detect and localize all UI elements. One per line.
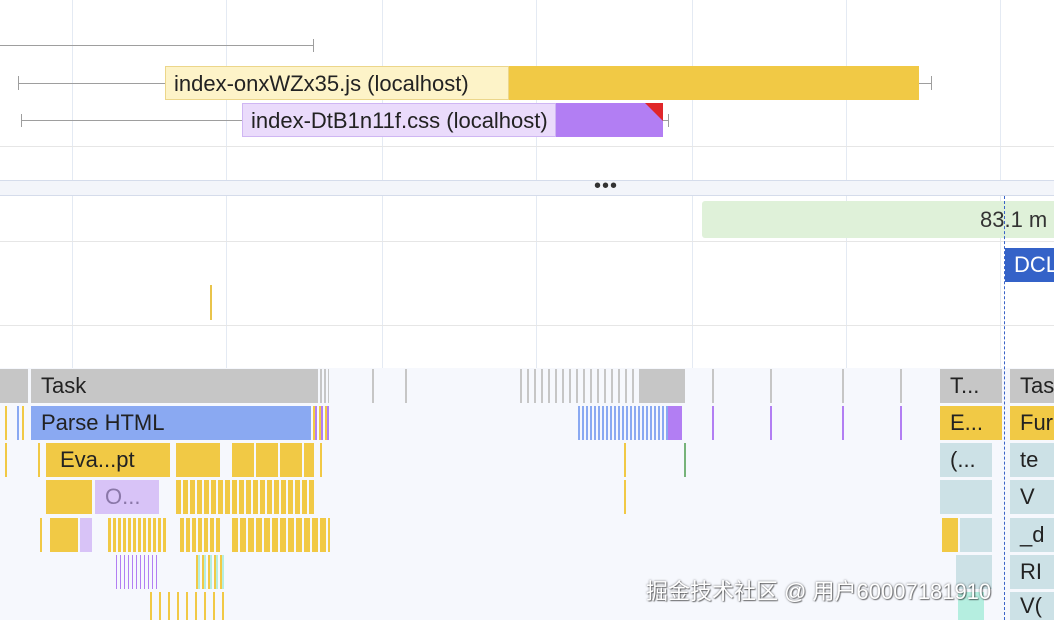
style-sliver bbox=[712, 406, 714, 440]
task-sliver bbox=[405, 369, 407, 403]
render-blocking-corner bbox=[645, 103, 663, 121]
script-slivers bbox=[150, 592, 230, 620]
network-request-js-label: index-onxWZx35.js (localhost) bbox=[165, 66, 509, 100]
script-block bbox=[46, 480, 92, 514]
style-entry-label: O... bbox=[105, 484, 141, 509]
style-sliver bbox=[842, 406, 844, 440]
style-sliver bbox=[900, 406, 902, 440]
script-sliver bbox=[624, 480, 626, 514]
script-sliver bbox=[5, 406, 7, 440]
task-entry[interactable]: Task bbox=[31, 369, 316, 403]
script-block bbox=[50, 518, 78, 552]
function-entry-far-right-label: _d bbox=[1020, 522, 1045, 547]
track-divider bbox=[0, 146, 1054, 147]
evaluate-script-label: Eva...pt bbox=[60, 447, 135, 472]
script-sliver bbox=[38, 443, 40, 477]
parse-html-entry[interactable]: Parse HTML bbox=[31, 406, 311, 440]
lcp-timing-value: 83.1 m bbox=[980, 207, 1048, 232]
dcl-marker[interactable]: DCL bbox=[1005, 248, 1054, 282]
task-sliver bbox=[842, 369, 844, 403]
handle-dots: ••• bbox=[594, 175, 619, 197]
style-slivers bbox=[116, 555, 160, 589]
function-entry-far-right[interactable]: te bbox=[1010, 443, 1054, 477]
script-slivers bbox=[232, 443, 314, 477]
function-block bbox=[960, 518, 992, 552]
script-slivers bbox=[108, 518, 166, 552]
task-block bbox=[640, 369, 685, 403]
evaluate-script-entry[interactable]: Eva...pt bbox=[46, 443, 170, 477]
style-entry[interactable]: O... bbox=[95, 480, 159, 514]
track-resize-handle[interactable]: ••• bbox=[0, 175, 1054, 197]
watermark: 掘金技术社区 @ 用户60007181910 bbox=[646, 579, 992, 604]
task-sliver bbox=[712, 369, 714, 403]
script-slivers bbox=[180, 518, 220, 552]
request-whisker-start bbox=[18, 76, 19, 90]
task-entry-far-right-label: Tas bbox=[1020, 373, 1054, 398]
script-block bbox=[942, 518, 958, 552]
network-request-css[interactable]: index-DtB1n11f.css (localhost) bbox=[242, 103, 663, 137]
dcl-marker-line bbox=[1004, 196, 1005, 620]
network-request-css-label: index-DtB1n11f.css (localhost) bbox=[242, 103, 556, 137]
track-divider bbox=[0, 325, 1054, 326]
function-entry-far-right-label: Fur bbox=[1020, 410, 1053, 435]
script-slivers bbox=[232, 518, 330, 552]
timing-tick bbox=[210, 285, 212, 320]
track-divider bbox=[0, 241, 1054, 242]
script-sliver bbox=[22, 406, 24, 440]
parse-slivers bbox=[578, 406, 668, 440]
task-sliver bbox=[372, 369, 374, 403]
function-entry-far-right[interactable]: Fur bbox=[1010, 406, 1054, 440]
request-whisker-end bbox=[313, 39, 314, 52]
style-sliver bbox=[770, 406, 772, 440]
task-sliver bbox=[900, 369, 902, 403]
script-sliver bbox=[684, 443, 686, 477]
script-slivers bbox=[196, 555, 224, 589]
function-entry-far-right[interactable]: V( bbox=[1010, 592, 1054, 620]
request-whisker-end bbox=[931, 76, 932, 90]
function-entry-far-right[interactable]: V bbox=[1010, 480, 1054, 514]
task-slivers bbox=[316, 369, 329, 403]
script-sliver bbox=[624, 443, 626, 477]
task-sliver bbox=[770, 369, 772, 403]
function-entry-far-right-label: te bbox=[1020, 447, 1039, 472]
task-entry-right-label: T... bbox=[950, 373, 980, 398]
parse-slivers bbox=[313, 406, 330, 440]
parse-html-label: Parse HTML bbox=[41, 410, 165, 435]
function-entry-far-right-label: RI bbox=[1020, 559, 1042, 584]
function-entry-far-right[interactable]: RI bbox=[1010, 555, 1054, 589]
task-entry-label: Task bbox=[41, 373, 87, 398]
request-whisker bbox=[0, 45, 314, 46]
script-slivers bbox=[176, 480, 314, 514]
request-whisker-end bbox=[668, 114, 669, 127]
function-entry-right-label: (... bbox=[950, 447, 976, 472]
request-whisker bbox=[21, 120, 242, 121]
function-entry-far-right[interactable]: _d bbox=[1010, 518, 1054, 552]
function-entry-far-right-label: V bbox=[1020, 484, 1035, 509]
network-request-js[interactable]: index-onxWZx35.js (localhost) bbox=[165, 66, 919, 100]
script-sliver bbox=[40, 518, 42, 552]
task-entry-right[interactable]: T... bbox=[940, 369, 1002, 403]
script-sliver bbox=[320, 443, 322, 477]
parse-sliver bbox=[17, 406, 19, 440]
task-entry-far-right[interactable]: Tas bbox=[1010, 369, 1054, 403]
dcl-marker-label: DCL bbox=[1014, 252, 1054, 277]
function-entry-right[interactable]: (... bbox=[940, 443, 992, 477]
script-sliver bbox=[5, 443, 7, 477]
function-entry-far-right-label: V( bbox=[1020, 593, 1042, 618]
function-entry-right-label: E... bbox=[950, 410, 984, 435]
function-block bbox=[940, 480, 992, 514]
function-entry-right[interactable]: E... bbox=[940, 406, 1002, 440]
style-block bbox=[668, 406, 682, 440]
task-entry-left[interactable] bbox=[0, 369, 28, 403]
style-block bbox=[80, 518, 92, 552]
request-whisker-start bbox=[21, 114, 22, 127]
lcp-timing-bar[interactable]: 83.1 m bbox=[702, 201, 1054, 238]
script-block bbox=[176, 443, 220, 477]
request-whisker bbox=[18, 83, 166, 84]
